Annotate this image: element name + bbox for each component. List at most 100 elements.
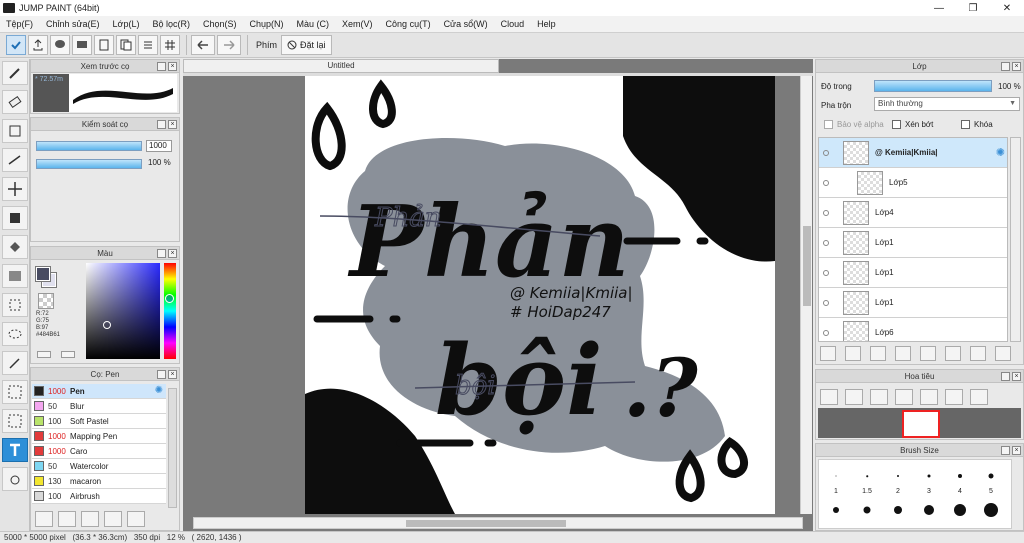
- brush-list-scrollbar[interactable]: [168, 388, 177, 508]
- brush-upload-button[interactable]: [35, 511, 53, 527]
- add-layer-menu-button[interactable]: [895, 346, 911, 361]
- tool-magic-wand[interactable]: [2, 351, 28, 375]
- message-button[interactable]: [72, 35, 92, 55]
- menu-color[interactable]: Màu (C): [297, 19, 330, 29]
- grid-button[interactable]: [160, 35, 180, 55]
- brush-opacity-slider[interactable]: [36, 159, 142, 169]
- tool-select-pen[interactable]: [2, 380, 28, 404]
- panel-float-icon[interactable]: [157, 120, 166, 129]
- panel-float-icon[interactable]: [1001, 446, 1010, 455]
- export-button[interactable]: [28, 35, 48, 55]
- menu-edit[interactable]: Chỉnh sửa(E): [46, 19, 100, 29]
- delete-layer-button[interactable]: [995, 346, 1011, 361]
- tool-lasso-rect[interactable]: [2, 293, 28, 317]
- redo-button[interactable]: [217, 35, 241, 55]
- layer-row[interactable]: Lớp1: [819, 288, 1007, 318]
- brush-size-option[interactable]: [821, 496, 851, 530]
- new-8bit-layer-button[interactable]: [845, 346, 861, 361]
- tool-eraser[interactable]: [2, 90, 28, 114]
- zoom-in-button[interactable]: [820, 389, 838, 405]
- panel-float-icon[interactable]: [157, 62, 166, 71]
- visibility-toggle[interactable]: [819, 258, 833, 288]
- brush-size-option[interactable]: [852, 496, 882, 530]
- visibility-toggle[interactable]: [819, 288, 833, 318]
- rotate-reset-button[interactable]: [945, 389, 963, 405]
- tool-hand[interactable]: [2, 467, 28, 491]
- brush-size-option[interactable]: 1.5: [852, 462, 882, 496]
- tool-fill-rect[interactable]: [2, 206, 28, 230]
- hue-cursor[interactable]: [165, 294, 174, 303]
- menu-layer[interactable]: Lớp(L): [113, 19, 140, 29]
- brush-item[interactable]: 50 Blur: [32, 399, 166, 414]
- panel-float-icon[interactable]: [1001, 62, 1010, 71]
- brush-item[interactable]: 1000 Pen ✺: [32, 384, 166, 399]
- brush-item[interactable]: 1000 Mapping Pen: [32, 429, 166, 444]
- menu-select[interactable]: Chọn(S): [203, 19, 237, 29]
- panel-close-icon[interactable]: ×: [168, 120, 177, 129]
- lock-checkbox[interactable]: Khóa: [961, 120, 993, 129]
- protect-alpha-checkbox[interactable]: Bảo vệ alpha: [824, 120, 884, 129]
- brush-size-option[interactable]: 5: [976, 462, 1006, 496]
- layer-opacity-slider[interactable]: [874, 80, 992, 92]
- visibility-toggle[interactable]: [819, 138, 833, 168]
- canvas-vertical-scrollbar[interactable]: [800, 76, 812, 514]
- panel-float-icon[interactable]: [1001, 372, 1010, 381]
- panel-float-icon[interactable]: [157, 370, 166, 379]
- color-swap-button[interactable]: [37, 351, 51, 358]
- menu-cloud[interactable]: Cloud: [501, 19, 525, 29]
- layer-row[interactable]: Lớp6: [819, 318, 1007, 342]
- tool-bucket[interactable]: [2, 235, 28, 259]
- brush-folder-button[interactable]: [127, 511, 145, 527]
- clip-checkbox[interactable]: Xén bớt: [892, 120, 933, 129]
- layer-row[interactable]: Lớp4: [819, 198, 1007, 228]
- zoom-reset-button[interactable]: [895, 389, 913, 405]
- brush-size-option[interactable]: [914, 496, 944, 530]
- rotate-right-button[interactable]: [970, 389, 988, 405]
- brush-settings-icon[interactable]: ✺: [155, 385, 163, 396]
- navigator-view[interactable]: [818, 408, 1021, 438]
- panel-close-icon[interactable]: ×: [1012, 372, 1021, 381]
- brush-size-input[interactable]: 1000: [146, 140, 172, 152]
- menu-help[interactable]: Help: [537, 19, 556, 29]
- layer-list-scrollbar[interactable]: [1010, 137, 1021, 342]
- tool-line[interactable]: [2, 148, 28, 172]
- comment-button[interactable]: [50, 35, 70, 55]
- visibility-toggle[interactable]: [819, 228, 833, 258]
- panel-close-icon[interactable]: ×: [1012, 62, 1021, 71]
- undo-button[interactable]: [191, 35, 215, 55]
- visibility-toggle[interactable]: [819, 318, 833, 342]
- panel-close-icon[interactable]: ×: [1012, 446, 1021, 455]
- brush-size-option[interactable]: [945, 496, 975, 530]
- brush-item[interactable]: 130 macaron: [32, 474, 166, 489]
- tool-gradient[interactable]: [2, 264, 28, 288]
- brush-settings-button[interactable]: [104, 511, 122, 527]
- panel-close-icon[interactable]: ×: [168, 249, 177, 258]
- new-layer-button[interactable]: [820, 346, 836, 361]
- menu-view[interactable]: Xem(V): [342, 19, 373, 29]
- panel-float-icon[interactable]: [157, 249, 166, 258]
- merge-layer-button[interactable]: [970, 346, 986, 361]
- layer-row[interactable]: Lớp1: [819, 258, 1007, 288]
- brush-size-option[interactable]: [883, 496, 913, 530]
- drawing-canvas[interactable]: Phản bội .? Phản bội @ Kemiia|Kmiia| # H…: [305, 76, 775, 514]
- brush-item[interactable]: 100 Airbrush: [32, 489, 166, 504]
- list-button[interactable]: [138, 35, 158, 55]
- tool-lasso[interactable]: [2, 322, 28, 346]
- canvas-horizontal-scrollbar[interactable]: [193, 517, 803, 529]
- panel-close-icon[interactable]: ×: [168, 370, 177, 379]
- minimize-button[interactable]: —: [922, 0, 956, 16]
- document-tab[interactable]: Untitled: [183, 59, 499, 73]
- new-folder-button[interactable]: [920, 346, 936, 361]
- color-reset-button[interactable]: [61, 351, 75, 358]
- visibility-toggle[interactable]: [819, 198, 833, 228]
- tool-brush[interactable]: [2, 61, 28, 85]
- menu-tools[interactable]: Công cụ(T): [386, 19, 431, 29]
- brush-menu-button[interactable]: [81, 511, 99, 527]
- brush-size-option[interactable]: [976, 496, 1006, 530]
- brush-size-slider[interactable]: [36, 141, 142, 151]
- menu-window[interactable]: Cửa sổ(W): [444, 19, 488, 29]
- panel-close-icon[interactable]: ×: [168, 62, 177, 71]
- layer-row[interactable]: Lớp1: [819, 228, 1007, 258]
- duplicate-layer-button[interactable]: [945, 346, 961, 361]
- color-picker-cursor[interactable]: [103, 321, 111, 329]
